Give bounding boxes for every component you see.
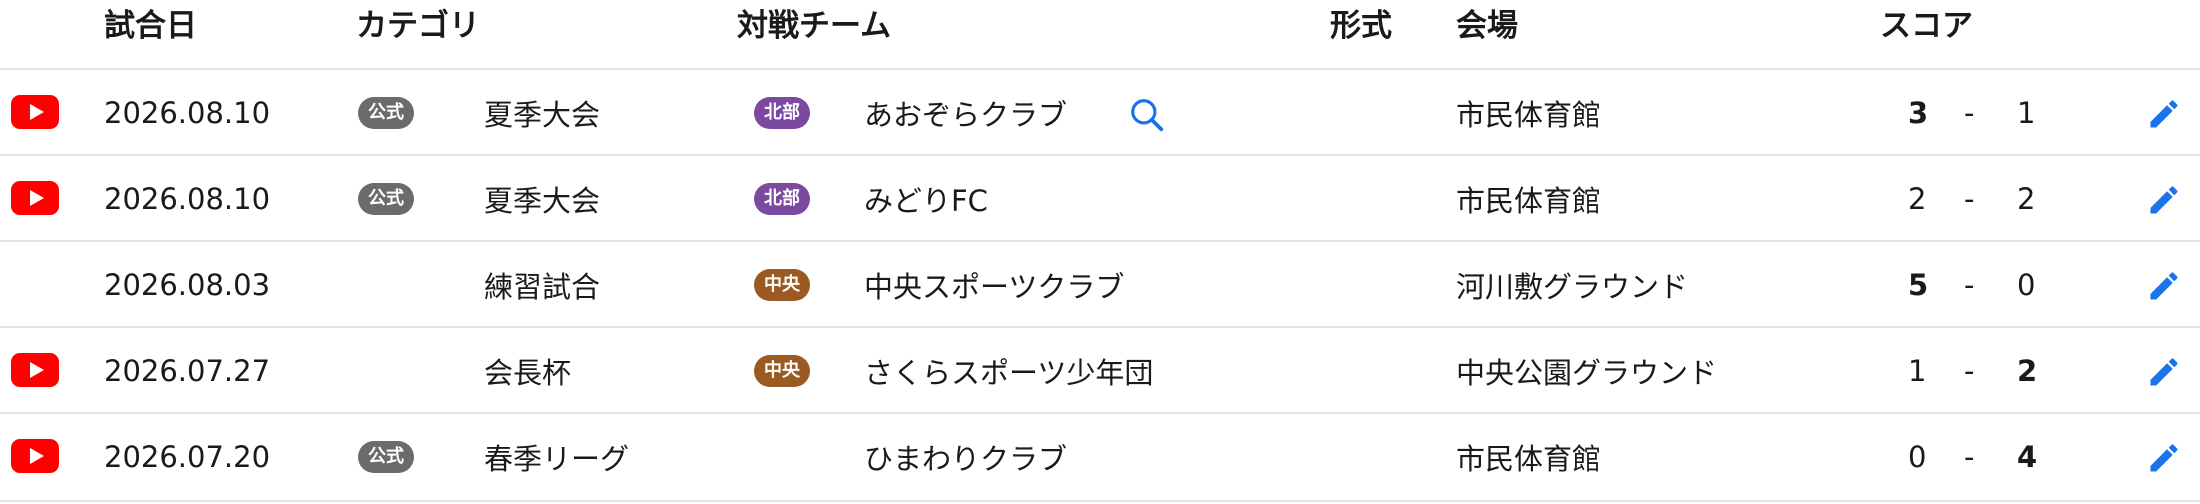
venue-name: 河川敷グラウンド — [1456, 270, 1689, 304]
home-score: 2 — [1908, 182, 1927, 216]
category-label: 夏季大会 — [484, 184, 601, 218]
away-score: 0 — [2017, 268, 2036, 302]
opponent-name: さくらスポーツ少年団 — [864, 356, 1154, 390]
official-badge: 公式 — [358, 441, 414, 473]
match-date: 2026.08.10 — [104, 182, 271, 216]
score-separator: - — [1964, 354, 1975, 388]
official-badge: 公式 — [358, 97, 414, 129]
edit-icon[interactable] — [2146, 182, 2182, 218]
area-badge: 中央 — [754, 269, 810, 301]
search-icon[interactable] — [1128, 96, 1166, 134]
venue-name: 中央公園グラウンド — [1456, 356, 1718, 390]
match-date: 2026.07.20 — [104, 440, 271, 474]
home-score: 0 — [1908, 440, 1927, 474]
table-row: 2026.08.10 公式 夏季大会 北部 みどりFC 市民体育館 2 - 2 — [0, 154, 2200, 242]
edit-icon[interactable] — [2146, 354, 2182, 390]
official-badge: 公式 — [358, 183, 414, 215]
venue-name: 市民体育館 — [1456, 442, 1602, 476]
edit-icon[interactable] — [2146, 268, 2182, 304]
score-separator: - — [1964, 440, 1975, 474]
opponent-name: みどりFC — [864, 184, 988, 218]
youtube-icon[interactable] — [11, 181, 59, 215]
score-separator: - — [1964, 182, 1975, 216]
youtube-icon[interactable] — [11, 95, 59, 129]
edit-icon[interactable] — [2146, 96, 2182, 132]
score-separator: - — [1964, 268, 1975, 302]
category-label: 夏季大会 — [484, 98, 601, 132]
area-badge: 中央 — [754, 355, 810, 387]
table-row: 2026.08.03 練習試合 中央 中央スポーツクラブ 河川敷グラウンド 5 - 0 — [0, 240, 2200, 328]
category-label: 練習試合 — [484, 270, 601, 304]
opponent-name: ひまわりクラブ — [864, 442, 1068, 476]
away-score: 2 — [2017, 182, 2036, 216]
header-format[interactable]: 形式 — [1330, 8, 1392, 44]
match-date: 2026.08.10 — [104, 96, 271, 130]
edit-icon[interactable] — [2146, 440, 2182, 476]
table-row: 2026.08.10 公式 夏季大会 北部 あおぞらクラブ 市民体育館 3 - 1 — [0, 68, 2200, 156]
header-opponent[interactable]: 対戦チーム — [737, 8, 891, 44]
home-score: 1 — [1908, 354, 1927, 388]
opponent-name: 中央スポーツクラブ — [864, 270, 1125, 304]
away-score: 4 — [2017, 440, 2038, 474]
away-score: 1 — [2017, 96, 2036, 130]
area-badge: 北部 — [754, 183, 810, 215]
table-header: 試合日 カテゴリ 対戦チーム 形式 会場 スコア — [0, 0, 2200, 68]
area-badge: 北部 — [754, 97, 810, 129]
header-venue[interactable]: 会場 — [1456, 8, 1518, 44]
category-label: 春季リーグ — [484, 442, 630, 476]
match-date: 2026.07.27 — [104, 354, 271, 388]
header-date[interactable]: 試合日 — [104, 8, 197, 44]
venue-name: 市民体育館 — [1456, 184, 1602, 218]
home-score: 5 — [1908, 268, 1929, 302]
venue-name: 市民体育館 — [1456, 98, 1602, 132]
away-score: 2 — [2017, 354, 2038, 388]
opponent-name: あおぞらクラブ — [864, 98, 1068, 132]
score-separator: - — [1964, 96, 1975, 130]
table-row: 2026.07.20 公式 春季リーグ ひまわりクラブ 市民体育館 0 - 4 — [0, 412, 2200, 502]
youtube-icon[interactable] — [11, 439, 59, 473]
match-date: 2026.08.03 — [104, 268, 271, 302]
category-label: 会長杯 — [484, 356, 572, 390]
home-score: 3 — [1908, 96, 1929, 130]
youtube-icon[interactable] — [11, 353, 59, 387]
header-category[interactable]: カテゴリ — [356, 8, 480, 44]
table-row: 2026.07.27 会長杯 中央 さくらスポーツ少年団 中央公園グラウンド 1 - 2 — [0, 326, 2200, 414]
header-score[interactable]: スコア — [1880, 8, 1973, 44]
